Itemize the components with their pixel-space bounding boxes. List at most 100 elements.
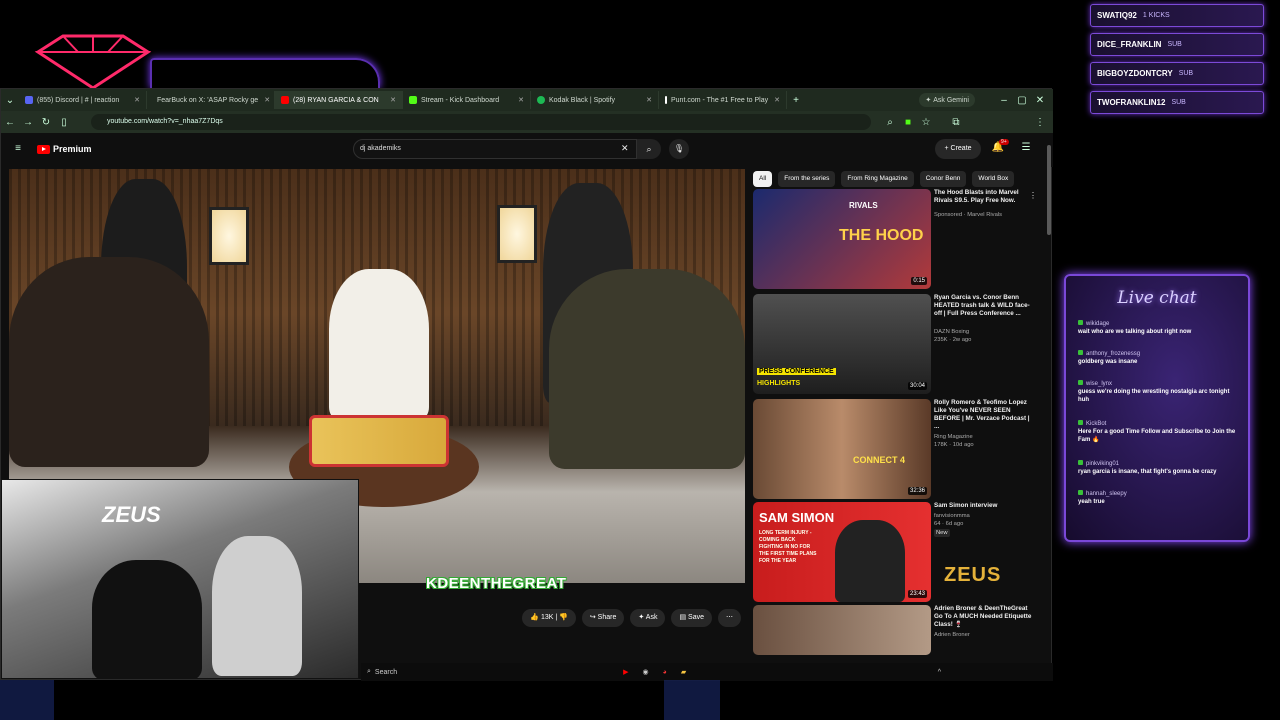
tab-kick[interactable]: Stream - Kick Dashboard ✕ xyxy=(403,91,531,109)
alert-name: SWATIQ92 xyxy=(1097,11,1137,20)
tab-label: (28) RYAN GARCIA & CON xyxy=(293,96,379,104)
close-icon[interactable]: ✕ xyxy=(512,96,524,104)
video-title[interactable]: Rolly Romero & Teofimo Lopez Like You've… xyxy=(934,399,1034,431)
tab-spotify[interactable]: Kodak Black | Spotify ✕ xyxy=(531,91,659,109)
close-icon[interactable]: ✕ xyxy=(258,96,270,104)
chrome-icon[interactable]: ◕ xyxy=(663,669,667,676)
youtube-header: ≡ Premium dj akademiks ✕ ⌕ 🎙 + Create 🔔 … xyxy=(1,133,1053,167)
back-icon[interactable]: ← xyxy=(1,117,19,128)
new-tab-button[interactable]: + xyxy=(787,95,805,106)
chat-username: wise_lynx xyxy=(1086,381,1113,387)
search-icon: ⌕ xyxy=(367,668,371,675)
forward-icon[interactable]: → xyxy=(19,117,37,128)
recommendation-item[interactable]: Adrien Broner & DeenTheGreat Go To A MUC… xyxy=(753,605,1039,655)
youtube-logo[interactable]: Premium xyxy=(37,144,92,154)
ask-button[interactable]: ✦ Ask xyxy=(630,609,666,627)
sidebar-icon[interactable]: ▯ xyxy=(55,117,73,128)
close-icon[interactable]: ✕ xyxy=(640,96,652,104)
like-button[interactable]: 👍 13K | 👎 xyxy=(522,609,576,627)
video-channel: Ring Magazine xyxy=(934,434,973,440)
chat-username: anthony_frozenessg xyxy=(1086,351,1141,357)
bookmark-icon[interactable]: ☆ xyxy=(917,117,935,128)
close-icon[interactable]: ✕ xyxy=(128,96,140,104)
chip-ring-magazine[interactable]: From Ring Magazine xyxy=(841,171,914,187)
video-thumbnail[interactable]: PRESS CONFERENCE HIGHLIGHTS 30:04 xyxy=(753,294,931,394)
minimize-icon[interactable]: – xyxy=(995,95,1013,106)
taskbar-search[interactable]: Search xyxy=(375,669,397,676)
account-menu-icon[interactable]: ☰ xyxy=(1017,142,1035,153)
more-options-icon[interactable]: ⋮ xyxy=(1029,191,1037,200)
tab-punt[interactable]: Punt.com - The #1 Free to Play ✕ xyxy=(659,91,787,109)
alert-type: SUB xyxy=(1167,41,1182,48)
tab-list-icon[interactable]: ⌄ xyxy=(1,95,19,106)
tab-discord[interactable]: (855) Discord | # | reaction ✕ xyxy=(19,91,147,109)
video-stats: 64 · 6d ago xyxy=(934,521,964,527)
video-actions: 👍 13K | 👎 ↪ Share ✦ Ask ▤ Save ⋯ xyxy=(361,609,745,627)
more-actions-icon[interactable]: ⋯ xyxy=(718,609,741,627)
create-label: Create xyxy=(950,145,972,152)
youtube-taskbar-icon[interactable]: ▶ xyxy=(623,668,628,676)
save-button[interactable]: ▤ Save xyxy=(671,609,712,627)
alert-item: TWOFRANKLIN12 SUB xyxy=(1090,91,1264,114)
share-button[interactable]: ↪ Share xyxy=(581,609,625,627)
maximize-icon[interactable]: ▢ xyxy=(1013,95,1031,106)
create-button[interactable]: + Create xyxy=(935,139,981,159)
video-stats: 178K · 10d ago xyxy=(934,442,974,448)
menu-kebab-icon[interactable]: ⋮ xyxy=(1031,117,1049,128)
video-title[interactable]: The Hood Blasts into Marvel Rivals S9.5.… xyxy=(934,189,1034,205)
like-count: 13K xyxy=(540,614,554,621)
close-icon[interactable]: ✕ xyxy=(768,96,780,104)
save-label: Save xyxy=(688,614,704,621)
close-window-icon[interactable]: ✕ xyxy=(1031,95,1049,106)
kick-icon xyxy=(409,96,417,104)
video-channel: Sponsored · Marvel Rivals xyxy=(934,212,1002,218)
clear-search-icon[interactable]: ✕ xyxy=(621,143,629,154)
tab-x[interactable]: FearBuck on X: 'ASAP Rocky ge ✕ xyxy=(147,91,275,109)
overlay-gem-logo-icon xyxy=(34,34,152,90)
steam-icon[interactable]: ◉ xyxy=(643,668,649,676)
video-duration: 23:43 xyxy=(907,590,927,598)
chip-from-series[interactable]: From the series xyxy=(778,171,836,187)
video-thumbnail[interactable] xyxy=(753,605,931,655)
extensions-puzzle-icon[interactable]: ⧉ xyxy=(947,117,965,128)
tray-chevron-icon[interactable]: ^ xyxy=(938,669,941,676)
hamburger-icon[interactable]: ≡ xyxy=(9,143,27,154)
video-title[interactable]: Sam Simon interview xyxy=(934,502,1034,510)
thumb-subtitle: HIGHLIGHTS xyxy=(757,380,801,387)
search-icon: ⌕ xyxy=(646,144,652,154)
video-thumbnail[interactable]: SAM SIMON LONG TERM INJURY - COMING BACK… xyxy=(753,502,931,602)
recommendation-item[interactable]: SAM SIMON LONG TERM INJURY - COMING BACK… xyxy=(753,502,1039,602)
extension-icon[interactable]: ■ xyxy=(899,117,917,128)
chip-world-box[interactable]: World Box xyxy=(972,171,1015,187)
chat-text: wait who are we talking about right now xyxy=(1078,329,1192,335)
tab-youtube[interactable]: (28) RYAN GARCIA & CON ✕ xyxy=(275,91,403,109)
search-button[interactable]: ⌕ xyxy=(637,139,661,159)
zoom-icon[interactable]: ⌕ xyxy=(881,117,899,128)
scrollbar[interactable] xyxy=(1047,145,1051,235)
recommendation-item[interactable]: CONNECT 4 32:36 Rolly Romero & Teofimo L… xyxy=(753,399,1039,499)
video-channel: Adrien Broner xyxy=(934,632,970,638)
chip-conor-benn[interactable]: Conor Benn xyxy=(919,171,967,187)
chat-text: yeah true xyxy=(1078,499,1105,505)
streamer-person xyxy=(92,560,202,678)
search-input[interactable]: dj akademiks xyxy=(353,139,637,159)
youtube-icon xyxy=(37,144,50,154)
chip-all[interactable]: All xyxy=(753,171,773,187)
folder-icon[interactable]: ▰ xyxy=(681,668,686,676)
video-stats: 235K · 2w ago xyxy=(934,337,972,343)
video-thumbnail[interactable]: RIVALS THE HOOD 0:15 xyxy=(753,189,931,289)
alert-type: SUB xyxy=(1171,99,1186,106)
live-chat-title: Live chat xyxy=(1117,288,1197,308)
video-title[interactable]: Adrien Broner & DeenTheGreat Go To A MUC… xyxy=(934,605,1034,629)
ask-gemini-button[interactable]: ✦ Ask Gemini xyxy=(919,93,975,107)
person-seated-center xyxy=(329,269,429,419)
url-field[interactable]: youtube.com/watch?v=_nhaa7Z7Dqs xyxy=(91,114,871,130)
video-title[interactable]: Ryan Garcia vs. Conor Benn HEATED trash … xyxy=(934,294,1034,318)
video-thumbnail[interactable]: CONNECT 4 32:36 xyxy=(753,399,931,499)
recommendation-item[interactable]: RIVALS THE HOOD 0:15 The Hood Blasts int… xyxy=(753,189,1039,289)
mic-button[interactable]: 🎙 xyxy=(669,139,689,159)
reload-icon[interactable]: ↻ xyxy=(37,117,55,128)
close-icon[interactable]: ✕ xyxy=(384,96,396,104)
recommendation-item[interactable]: PRESS CONFERENCE HIGHLIGHTS 30:04 Ryan G… xyxy=(753,294,1039,394)
lamp-left xyxy=(209,207,249,265)
